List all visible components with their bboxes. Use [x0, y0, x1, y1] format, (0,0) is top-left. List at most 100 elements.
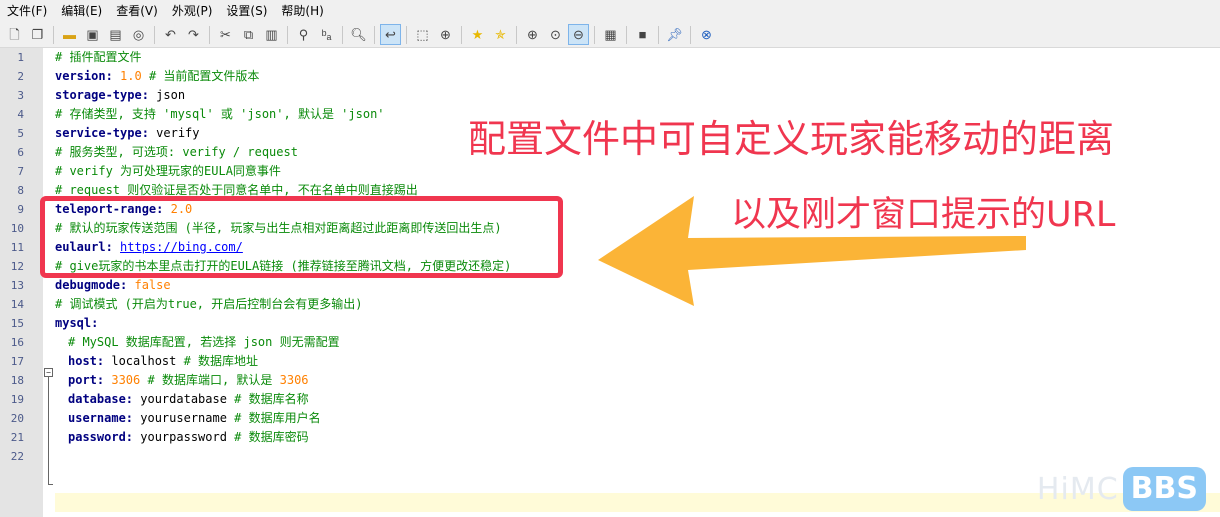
code-token: json: [148, 88, 186, 102]
code-token: # 存储类型, 支持 'mysql' 或 'json', 默认是 'json': [55, 107, 385, 121]
code-line[interactable]: 22: [0, 447, 1220, 466]
line-number: 21: [10, 431, 24, 444]
code-line[interactable]: 7 # verify 为可处理玩家的EULA同意事件: [0, 162, 1220, 181]
line-number: 4: [17, 108, 24, 121]
code-text: # verify 为可处理玩家的EULA同意事件: [55, 162, 281, 181]
zoom-in-icon[interactable]: ⊕: [522, 24, 543, 45]
open-folder-icon[interactable]: ▬: [59, 24, 80, 45]
line-number: 16: [10, 336, 24, 349]
line-number: 6: [17, 146, 24, 159]
menu-appearance[interactable]: 外观(P): [165, 0, 220, 22]
code-token: # 插件配置文件: [55, 50, 142, 64]
toolbar-separator: [53, 25, 54, 44]
code-text: # 服务类型, 可选项: verify / request: [55, 143, 298, 162]
code-token: # 数据库密码: [226, 430, 309, 444]
code-token: localhost: [104, 354, 177, 368]
code-token: # 服务类型, 可选项: verify / request: [55, 145, 298, 159]
code-line[interactable]: 21 password: yourpassword # 数据库密码: [0, 428, 1220, 447]
toolbar-separator: [154, 25, 155, 44]
line-number: 14: [10, 298, 24, 311]
code-token: # 当前配置文件版本: [141, 69, 260, 83]
code-text: # 插件配置文件: [55, 48, 141, 67]
code-token: username:: [68, 411, 134, 425]
add-favorite-icon[interactable]: ✯: [490, 24, 511, 45]
line-number: 8: [17, 184, 24, 197]
open-window-icon[interactable]: ❐: [27, 24, 48, 45]
code-token: # verify 为可处理玩家的EULA同意事件: [55, 164, 281, 178]
copy-icon[interactable]: ⧉: [238, 24, 259, 45]
code-token: verify: [148, 126, 200, 140]
zoom-out-icon[interactable]: ⊖: [568, 24, 589, 45]
menu-help[interactable]: 帮助(H): [274, 0, 330, 22]
code-line[interactable]: 17 host: localhost # 数据库地址: [0, 352, 1220, 371]
code-text: port: 3306 # 数据库端口, 默认是 3306: [68, 371, 309, 390]
line-number: 9: [17, 203, 24, 216]
code-token: # 数据库名称: [226, 392, 309, 406]
favorite-icon[interactable]: ★: [467, 24, 488, 45]
line-number: 13: [10, 279, 24, 292]
save-icon[interactable]: ▣: [82, 24, 103, 45]
replace-icon[interactable]: ᵇₐ: [316, 24, 337, 45]
toolbar-separator: [690, 25, 691, 44]
code-token: mysql:: [55, 316, 99, 330]
menu-bar: 文件(F) 编辑(E) 查看(V) 外观(P) 设置(S) 帮助(H): [0, 0, 1220, 22]
line-number: 15: [10, 317, 24, 330]
zoom-reset-icon[interactable]: ⊙: [545, 24, 566, 45]
reload-icon[interactable]: ◎: [128, 24, 149, 45]
line-number: 2: [17, 70, 24, 83]
menu-file[interactable]: 文件(F): [0, 0, 54, 22]
code-line[interactable]: 15 mysql:: [0, 314, 1220, 333]
code-text: debugmode: false: [55, 276, 171, 295]
menu-edit[interactable]: 编辑(E): [54, 0, 109, 22]
pin-icon[interactable]: 📌︎: [664, 24, 685, 45]
code-token: debugmode:: [55, 278, 128, 292]
code-token: database:: [68, 392, 134, 406]
code-line[interactable]: 18 port: 3306 # 数据库端口, 默认是 3306: [0, 371, 1220, 390]
code-token: # 数据库端口, 默认是: [140, 373, 280, 387]
code-token: # 调试模式 (开启为true, 开启后控制台会有更多输出): [55, 297, 363, 311]
menu-view[interactable]: 查看(V): [109, 0, 165, 22]
line-number: 17: [10, 355, 24, 368]
cut-icon[interactable]: ✂: [215, 24, 236, 45]
encoding-icon[interactable]: ▦: [600, 24, 621, 45]
code-text: password: yourpassword # 数据库密码: [68, 428, 309, 447]
toolbar-separator: [342, 25, 343, 44]
toolbar-separator: [594, 25, 595, 44]
code-line[interactable]: 2 version: 1.0 # 当前配置文件版本: [0, 67, 1220, 86]
code-line[interactable]: 16 # MySQL 数据库配置, 若选择 json 则无需配置: [0, 333, 1220, 352]
code-line[interactable]: 1 # 插件配置文件: [0, 48, 1220, 67]
toolbar-separator: [374, 25, 375, 44]
word-wrap-icon[interactable]: ↩: [380, 24, 401, 45]
code-token: false: [134, 278, 171, 292]
highlight-box: [40, 196, 563, 278]
select-icon[interactable]: ⬚: [412, 24, 433, 45]
code-token: port:: [68, 373, 105, 387]
code-line[interactable]: 20 username: yourusername # 数据库用户名: [0, 409, 1220, 428]
fold-guide-end: [48, 484, 53, 485]
paste-icon[interactable]: ▥: [261, 24, 282, 45]
line-number: 3: [17, 89, 24, 102]
line-number: 19: [10, 393, 24, 406]
toolbar-separator: [626, 25, 627, 44]
redo-icon[interactable]: ↷: [183, 24, 204, 45]
save-all-icon[interactable]: ▤: [105, 24, 126, 45]
find-next-icon[interactable]: 🔍︎: [348, 24, 369, 45]
watermark: HiMC BBS: [1037, 467, 1206, 511]
code-line[interactable]: 3 storage-type: json: [0, 86, 1220, 105]
line-number: 5: [17, 127, 24, 140]
undo-icon[interactable]: ↶: [160, 24, 181, 45]
close-circle-icon[interactable]: ⊗: [696, 24, 717, 45]
toolbar-separator: [658, 25, 659, 44]
console-icon[interactable]: ■: [632, 24, 653, 45]
toolbar-separator: [406, 25, 407, 44]
code-token: service-type:: [55, 126, 149, 140]
toolbar-separator: [209, 25, 210, 44]
code-text: # 存储类型, 支持 'mysql' 或 'json', 默认是 'json': [55, 105, 385, 124]
code-text: storage-type: json: [55, 86, 185, 105]
menu-settings[interactable]: 设置(S): [219, 0, 274, 22]
zoom-find-icon[interactable]: ⊕: [435, 24, 456, 45]
find-icon[interactable]: ⚲: [293, 24, 314, 45]
code-line[interactable]: 19 database: yourdatabase # 数据库名称: [0, 390, 1220, 409]
new-file-icon[interactable]: 🗋: [4, 24, 25, 45]
